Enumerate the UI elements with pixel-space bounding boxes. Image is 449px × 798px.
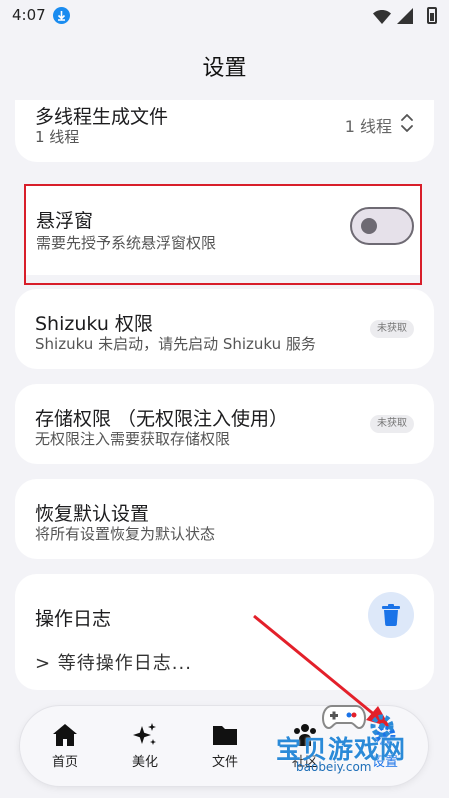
thread-count-value[interactable]: 1 线程	[345, 113, 392, 137]
storage-title: 存储权限 （无权限注入使用）	[35, 408, 289, 430]
nav-beautify-label: 美化	[131, 755, 158, 770]
floating-window-toggle[interactable]	[350, 207, 414, 245]
nav-home[interactable]: 首页	[35, 718, 95, 778]
shizuku-subtitle: Shizuku 未启动，请先启动 Shizuku 服务	[35, 335, 316, 353]
download-icon	[53, 7, 70, 24]
storage-subtitle: 无权限注入需要获取存储权限	[35, 430, 231, 448]
storage-permission-card[interactable]: 存储权限 （无权限注入使用） 无权限注入需要获取存储权限 未获取	[15, 384, 434, 464]
restore-defaults-card[interactable]: 恢复默认设置 将所有设置恢复为默认状态	[15, 479, 434, 559]
shizuku-permission-card[interactable]: Shizuku 权限 Shizuku 未启动，请先启动 Shizuku 服务 未…	[15, 289, 434, 369]
nav-files-label: 文件	[211, 755, 238, 770]
restore-title: 恢复默认设置	[35, 503, 150, 525]
restore-subtitle: 将所有设置恢复为默认状态	[35, 525, 216, 543]
log-title: 操作日志	[35, 608, 112, 630]
sparkle-icon	[133, 723, 156, 745]
floating-window-subtitle: 需要先授予系统悬浮窗权限	[36, 234, 217, 252]
thread-setting-title: 多线程生成文件	[35, 106, 169, 128]
floating-window-card[interactable]: 悬浮窗 需要先授予系统悬浮窗权限	[26, 186, 420, 275]
nav-beautify[interactable]: 美化	[115, 718, 175, 778]
battery-icon	[427, 7, 437, 24]
home-icon	[53, 724, 77, 746]
watermark: 宝贝游戏网 baobeiy.com	[272, 702, 432, 792]
log-line: > 等待操作日志...	[35, 653, 192, 674]
thread-setting-subtitle: 1 线程	[35, 128, 80, 146]
shizuku-status-badge: 未获取	[370, 320, 414, 338]
shizuku-title: Shizuku 权限	[35, 313, 153, 335]
floating-window-title: 悬浮窗	[36, 210, 94, 232]
gamepad-icon	[322, 705, 366, 730]
nav-home-label: 首页	[51, 755, 78, 770]
storage-status-badge: 未获取	[370, 415, 414, 433]
watermark-url: baobeiy.com	[296, 760, 372, 774]
thread-setting-card[interactable]: 多线程生成文件 1 线程 1 线程	[15, 100, 434, 162]
status-bar: 4:07	[0, 0, 449, 32]
toggle-knob	[361, 218, 377, 234]
nav-files[interactable]: 文件	[195, 718, 255, 778]
page-title: 设置	[202, 56, 247, 81]
signal-icon	[397, 8, 413, 28]
wifi-icon	[373, 9, 391, 28]
status-time: 4:07	[12, 6, 46, 24]
chevron-updown-icon[interactable]	[400, 112, 414, 134]
folder-icon	[213, 726, 237, 745]
